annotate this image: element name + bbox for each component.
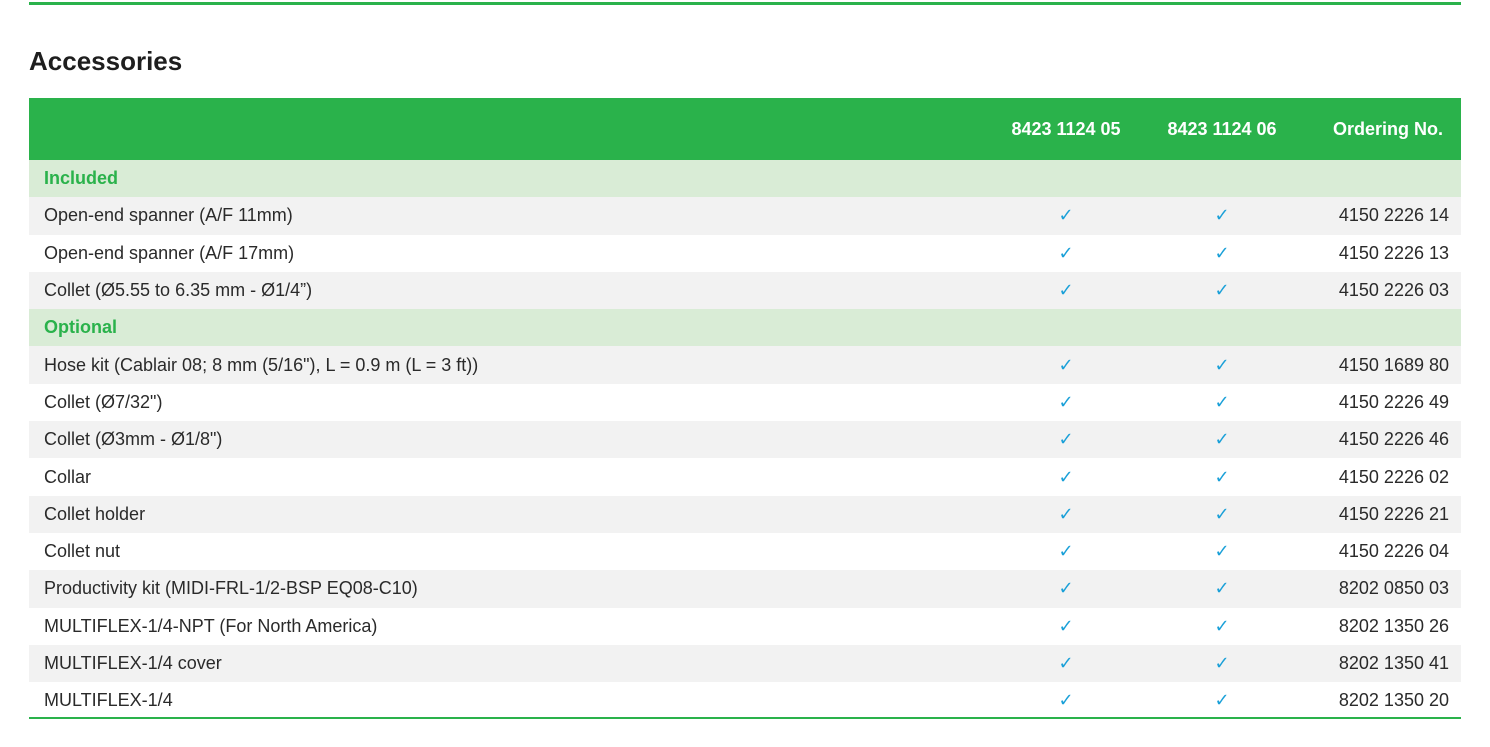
item-name: MULTIFLEX-1/4 xyxy=(44,690,173,711)
bottom-divider xyxy=(29,717,1461,719)
table-row: Collet (Ø3mm - Ø1/8") ✓ ✓ 4150 2226 46 xyxy=(29,421,1461,459)
item-name: MULTIFLEX-1/4 cover xyxy=(44,653,222,673)
ordering-number: 4150 2226 14 xyxy=(1338,205,1449,226)
check-icon: ✓ xyxy=(1058,690,1074,711)
table-header-row: 8423 1124 05 8423 1124 06 Ordering No. xyxy=(29,98,1461,160)
section-label: Included xyxy=(44,168,119,189)
table-body: Included Open-end spanner (A/F 11mm) ✓ ✓ 415… xyxy=(29,160,1461,720)
check-icon: ✓ xyxy=(1058,653,1074,673)
check-icon: ✓ xyxy=(1214,541,1230,562)
ordering-number: 8202 1350 26 xyxy=(1338,615,1449,636)
table-row: Hose kit (Cablair 08; 8 mm (5/16"), L = … xyxy=(29,346,1461,384)
check-icon: ✓ xyxy=(1058,503,1074,524)
item-name: Collar xyxy=(44,466,92,487)
check-icon: ✓ xyxy=(1058,280,1074,301)
table-row: Open-end spanner (A/F 11mm) ✓ ✓ 4150 2226 1… xyxy=(29,197,1461,235)
item-name: Collet (Ø7/32") xyxy=(44,391,163,412)
table-row: MULTIFLEX-1/4 cover ✓ ✓ 8202 1350 41 xyxy=(29,644,1461,683)
ordering-number: 8202 1350 20 xyxy=(1338,690,1449,711)
table-row: MULTIFLEX-1/4 ✓ ✓ 8202 1350 20 xyxy=(29,682,1461,720)
section-label: Optional xyxy=(44,317,117,338)
item-name: Collet (Ø3mm - Ø1/8") xyxy=(44,429,223,450)
check-icon: ✓ xyxy=(1214,242,1230,263)
check-icon: ✓ xyxy=(1214,578,1230,599)
ordering-number: 4150 2226 13 xyxy=(1338,242,1449,263)
item-name: Productivity kit (MIDI-FRL-1/2-BSP EQ08-… xyxy=(44,578,418,599)
check-icon: ✓ xyxy=(1058,578,1074,599)
ordering-number: 4150 2226 02 xyxy=(1338,466,1449,487)
check-icon: ✓ xyxy=(1058,466,1074,487)
ordering-number: 4150 2226 04 xyxy=(1338,541,1449,562)
section-row-optional: Optional xyxy=(29,309,1461,347)
item-name: MULTIFLEX-1/4-NPT (For North America) xyxy=(44,615,378,636)
item-name: Collet (Ø5.55 to 6.35 mm - Ø1/4”) xyxy=(44,280,313,301)
item-name: Open-end spanner (A/F 17mm) xyxy=(44,242,295,263)
check-icon: ✓ xyxy=(1214,391,1230,412)
table-row: Collet (Ø7/32") ✓ ✓ 4150 2226 49 xyxy=(29,383,1461,422)
table-row: Collar ✓ ✓ 4150 2226 02 xyxy=(29,458,1461,496)
check-icon: ✓ xyxy=(1214,429,1230,450)
ordering-number: 4150 1689 80 xyxy=(1338,354,1449,375)
check-icon: ✓ xyxy=(1058,242,1074,263)
ordering-number: 8202 0850 03 xyxy=(1338,578,1449,599)
ordering-number: 4150 2226 21 xyxy=(1338,503,1449,524)
check-icon: ✓ xyxy=(1058,205,1074,226)
section-row-included: Included xyxy=(29,160,1461,198)
check-icon: ✓ xyxy=(1058,429,1074,450)
check-icon: ✓ xyxy=(1214,653,1230,673)
header-model-8423-1124-05: 8423 1124 05 xyxy=(1011,118,1121,139)
check-icon: ✓ xyxy=(1214,354,1230,375)
check-icon: ✓ xyxy=(1058,615,1074,636)
header-item-name xyxy=(29,98,989,160)
table-row: Productivity kit (MIDI-FRL-1/2-BSP EQ08-… xyxy=(29,570,1461,608)
check-icon: ✓ xyxy=(1214,690,1230,711)
item-name: Open-end spanner (A/F 11mm) xyxy=(44,205,293,226)
header-ordering-no: Ordering No. xyxy=(1332,118,1443,139)
item-name: Collet holder xyxy=(44,503,146,524)
ordering-number: 4150 2226 49 xyxy=(1338,391,1449,412)
ordering-number: 8202 1350 41 xyxy=(1338,653,1449,673)
check-icon: ✓ xyxy=(1214,205,1230,226)
header-model-8423-1124-06: 8423 1124 06 xyxy=(1167,118,1277,139)
item-name: Hose kit (Cablair 08; 8 mm (5/16"), L = … xyxy=(44,354,479,375)
check-icon: ✓ xyxy=(1214,615,1230,636)
table-row: Open-end spanner (A/F 17mm) ✓ ✓ 4150 2226 1… xyxy=(29,234,1461,272)
check-icon: ✓ xyxy=(1058,391,1074,412)
page-title: Accessories xyxy=(29,46,183,76)
table-row: Collet holder ✓ ✓ 4150 2226 21 xyxy=(29,495,1461,533)
check-icon: ✓ xyxy=(1214,503,1230,524)
table-row: Collet (Ø5.55 to 6.35 mm - Ø1/4”) ✓ ✓ 4150 … xyxy=(29,271,1461,310)
table-row: Collet nut ✓ ✓ 4150 2226 04 xyxy=(29,532,1461,571)
check-icon: ✓ xyxy=(1214,280,1230,301)
ordering-number: 4150 2226 03 xyxy=(1338,280,1449,301)
accessories-table: 8423 1124 05 8423 1124 06 Ordering No. I… xyxy=(29,98,1461,720)
check-icon: ✓ xyxy=(1214,466,1230,487)
ordering-number: 4150 2226 46 xyxy=(1338,429,1449,450)
check-icon: ✓ xyxy=(1058,541,1074,562)
item-name: Collet nut xyxy=(44,541,121,562)
check-icon: ✓ xyxy=(1058,354,1074,375)
top-divider xyxy=(29,2,1461,5)
table-row: MULTIFLEX-1/4-NPT (For North America) ✓ ✓ 8… xyxy=(29,607,1461,645)
